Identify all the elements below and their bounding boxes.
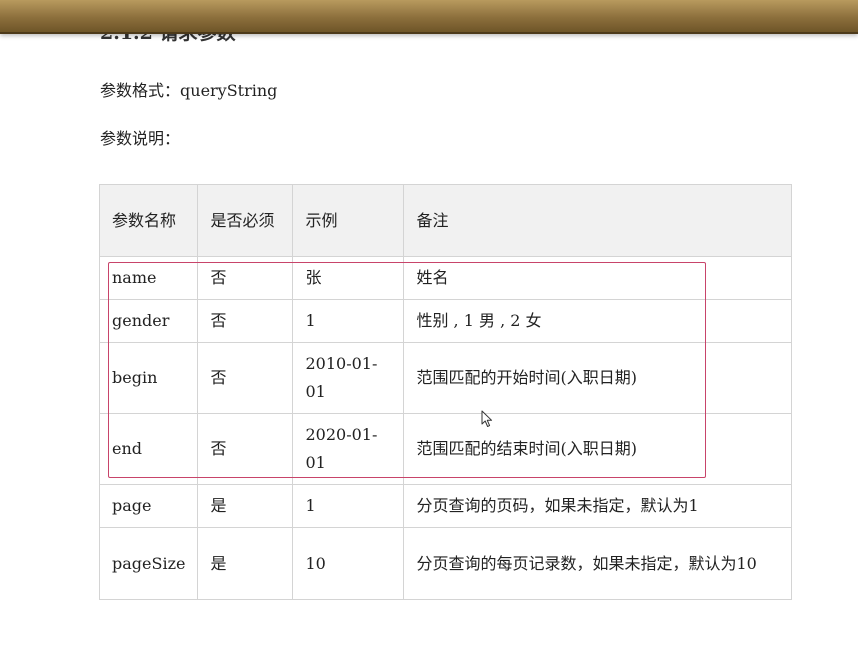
header-remark: 备注 xyxy=(403,184,792,257)
cell-required: 否 xyxy=(197,342,294,414)
header-required: 是否必须 xyxy=(197,184,294,257)
cell-param-name: pageSize xyxy=(98,527,199,600)
mouse-cursor-icon xyxy=(481,410,493,427)
cell-required: 是 xyxy=(197,484,294,528)
cell-remark: 分页查询的页码，如果未指定，默认为1 xyxy=(403,484,792,528)
window-top-bar xyxy=(0,0,858,34)
cell-param-name: gender xyxy=(98,299,199,343)
cell-required: 否 xyxy=(197,413,294,485)
cell-remark: 范围匹配的开始时间(入职日期) xyxy=(403,342,792,414)
cell-remark: 性别 , 1 男 , 2 女 xyxy=(403,299,792,343)
cell-required: 否 xyxy=(197,256,294,300)
table-row: begin 否 2010-01-01 范围匹配的开始时间(入职日期) xyxy=(98,342,792,414)
table-header-row: 参数名称 是否必须 示例 备注 xyxy=(98,184,792,257)
table-row: page 是 1 分页查询的页码，如果未指定，默认为1 xyxy=(98,484,792,528)
cell-param-name: end xyxy=(98,413,199,485)
cell-example: 张 xyxy=(292,256,405,300)
cell-example: 10 xyxy=(292,527,405,600)
param-format-line: 参数格式：queryString xyxy=(100,77,277,101)
cell-remark: 分页查询的每页记录数，如果未指定，默认为10 xyxy=(403,527,792,600)
param-description-label: 参数说明： xyxy=(100,129,181,148)
cell-param-name: page xyxy=(98,484,199,528)
cell-remark: 范围匹配的结束时间(入职日期) xyxy=(403,413,792,485)
param-format-value: queryString xyxy=(180,81,278,100)
cell-example: 2020-01-01 xyxy=(292,413,405,485)
table-row: gender 否 1 性别 , 1 男 , 2 女 xyxy=(98,299,792,343)
table-row: end 否 2020-01-01 范围匹配的结束时间(入职日期) xyxy=(98,413,792,485)
cell-param-name: begin xyxy=(98,342,199,414)
table-row: name 否 张 姓名 xyxy=(98,256,792,300)
cell-example: 1 xyxy=(292,484,405,528)
cell-example: 2010-01-01 xyxy=(292,342,405,414)
cell-param-name: name xyxy=(98,256,199,300)
cell-required: 是 xyxy=(197,527,294,600)
cell-remark: 姓名 xyxy=(403,256,792,300)
cell-example: 1 xyxy=(292,299,405,343)
param-format-label: 参数格式： xyxy=(100,81,181,100)
param-table: 参数名称 是否必须 示例 备注 name 否 张 姓名 gender 否 1 性… xyxy=(98,184,792,600)
header-example: 示例 xyxy=(292,184,405,257)
header-param-name: 参数名称 xyxy=(98,184,199,257)
table-row: pageSize 是 10 分页查询的每页记录数，如果未指定，默认为10 xyxy=(98,527,792,600)
cell-required: 否 xyxy=(197,299,294,343)
